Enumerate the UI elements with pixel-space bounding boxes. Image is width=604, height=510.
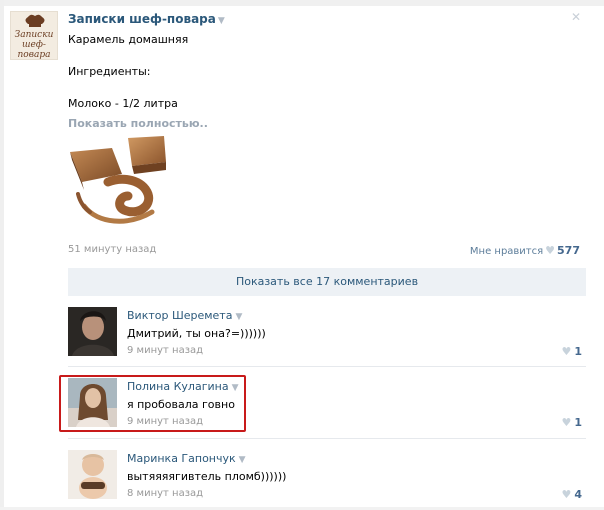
divider bbox=[68, 366, 586, 367]
dropdown-arrow-icon[interactable]: ▼ bbox=[218, 16, 225, 26]
divider bbox=[68, 438, 586, 439]
post-text-line: Молоко - 1/2 литра bbox=[68, 97, 178, 110]
close-icon[interactable]: ✕ bbox=[571, 10, 581, 24]
comment-item: Виктор Шеремета ▼ Дмитрий, ты она?=))))))… bbox=[60, 307, 588, 358]
highlight-frame bbox=[59, 375, 246, 432]
post-like-button[interactable]: Мне нравится ♥ 577 bbox=[470, 244, 580, 257]
comment-like-button[interactable]: ♥ 1 bbox=[561, 416, 582, 429]
heart-icon: ♥ bbox=[561, 488, 572, 501]
like-count: 577 bbox=[557, 244, 580, 257]
user-photo bbox=[68, 307, 117, 356]
post-author-name[interactable]: Записки шеф-повара bbox=[68, 12, 216, 26]
caramel-image bbox=[70, 136, 166, 224]
comment-text: вытяяяягивтель пломб)))))) bbox=[127, 470, 287, 483]
user-photo bbox=[68, 450, 117, 499]
comment-author[interactable]: Маринка Гапончук ▼ bbox=[127, 452, 246, 465]
dropdown-arrow-icon[interactable]: ▼ bbox=[235, 312, 242, 322]
heart-icon: ♥ bbox=[561, 345, 572, 358]
comment-timestamp[interactable]: 9 минут назад bbox=[127, 345, 203, 356]
avatar[interactable] bbox=[68, 307, 117, 356]
window-left-edge bbox=[0, 0, 4, 510]
post-text-line: Карамель домашняя bbox=[68, 33, 189, 46]
comment-author[interactable]: Виктор Шеремета ▼ bbox=[127, 309, 242, 322]
show-more-link[interactable]: Показать полностью.. bbox=[68, 117, 208, 130]
comment-timestamp[interactable]: 8 минут назад bbox=[127, 488, 203, 499]
post-author[interactable]: Записки шеф-повара ▼ bbox=[68, 12, 225, 26]
post-text-line: Ингредиенты: bbox=[68, 65, 151, 78]
comment-author-name[interactable]: Маринка Гапончук bbox=[127, 452, 236, 465]
comment-like-button[interactable]: ♥ 1 bbox=[561, 345, 582, 358]
comment-like-count: 4 bbox=[574, 488, 582, 501]
comment-like-button[interactable]: ♥ 4 bbox=[561, 488, 582, 501]
window-top-edge bbox=[0, 0, 604, 6]
like-label: Мне нравится bbox=[469, 246, 544, 257]
community-avatar[interactable]: Записки шеф-повара bbox=[10, 11, 58, 60]
post-body: Карамель домашняя Ингредиенты: Молоко - … bbox=[68, 32, 188, 112]
comment-like-count: 1 bbox=[574, 416, 582, 429]
post-photo-caramel[interactable] bbox=[68, 132, 168, 230]
comment-text: Дмитрий, ты она?=)))))) bbox=[127, 327, 266, 340]
comment-item: Маринка Гапончук ▼ вытяяяягивтель пломб))… bbox=[60, 450, 588, 501]
show-all-comments-button[interactable]: Показать все 17 комментариев bbox=[68, 268, 586, 296]
post-timestamp[interactable]: 51 минуту назад bbox=[68, 244, 156, 255]
heart-icon: ♥ bbox=[561, 416, 572, 429]
community-logo-text: Записки шеф-повара bbox=[14, 30, 54, 60]
comment-like-count: 1 bbox=[574, 345, 582, 358]
dropdown-arrow-icon[interactable]: ▼ bbox=[239, 455, 246, 465]
comment-author-name[interactable]: Виктор Шеремета bbox=[127, 309, 232, 322]
avatar[interactable] bbox=[68, 450, 117, 499]
heart-icon: ♥ bbox=[545, 244, 556, 257]
